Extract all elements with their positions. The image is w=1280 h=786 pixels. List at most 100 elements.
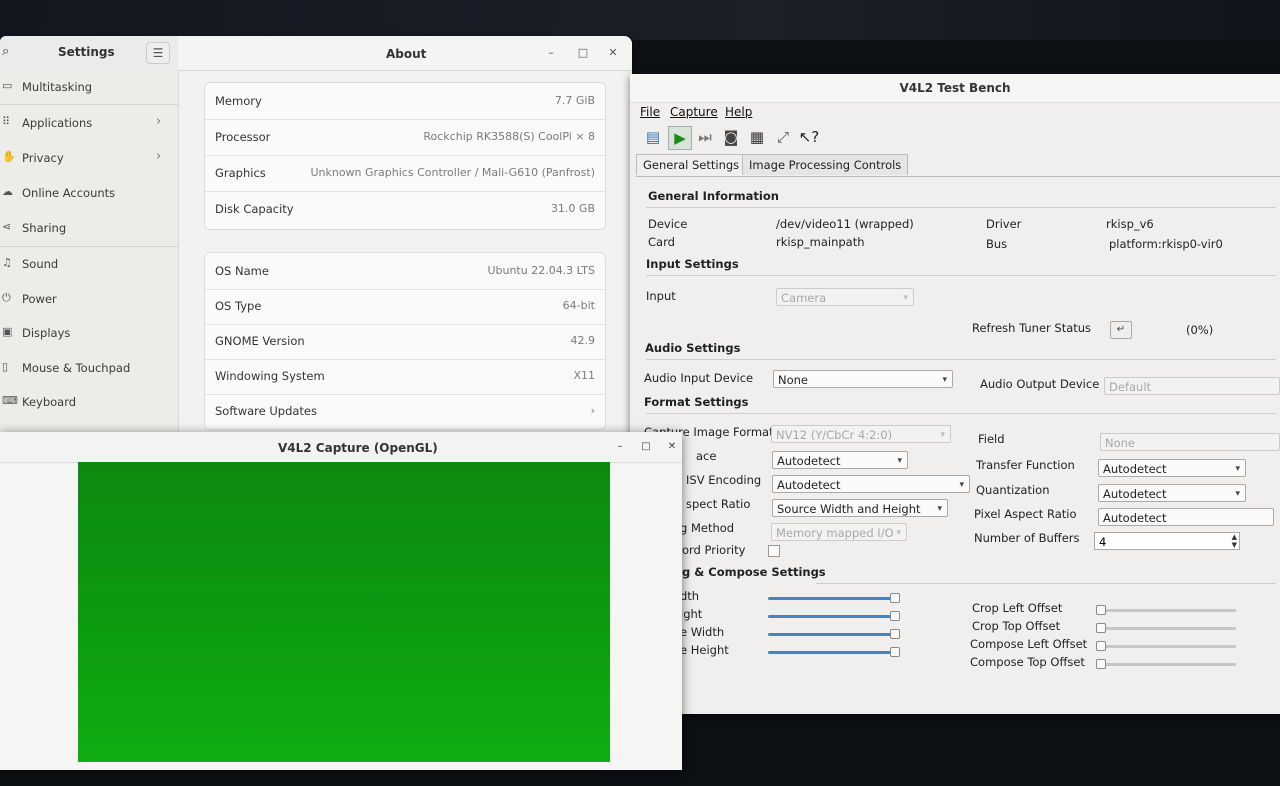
compose-width-slider[interactable] <box>768 633 898 636</box>
fullscreen-icon[interactable]: ⤢ <box>772 126 794 148</box>
compose-height-slider[interactable] <box>768 651 898 654</box>
menu-capture[interactable]: Capture <box>670 105 718 119</box>
search-icon[interactable]: ⌕ <box>2 44 16 59</box>
keyboard-icon: ⌨ <box>2 394 18 407</box>
streaming-method-select[interactable]: Memory mapped I/O ▾ <box>771 523 907 541</box>
start-capture-icon[interactable]: ▶ <box>668 126 692 150</box>
info-row-gnome-version: GNOME Version 42.9 <box>205 323 605 360</box>
crop-width-slider[interactable] <box>768 597 898 600</box>
ycbcr-encoding-select[interactable]: Autodetect ▾ <box>772 475 970 493</box>
bus-label: Bus <box>986 237 1008 251</box>
info-key: Windowing System <box>215 369 325 383</box>
crop-width-slider-handle[interactable] <box>890 593 900 603</box>
tuner-status-value: (0%) <box>1186 323 1214 337</box>
compose-width-slider-handle[interactable] <box>890 629 900 639</box>
refresh-tuner-button[interactable]: ↵ <box>1110 321 1132 339</box>
crop-top-offset-slider[interactable] <box>1096 627 1236 630</box>
tab-general-settings[interactable]: General Settings <box>636 154 747 175</box>
sidebar-item-privacy[interactable]: ✋ Privacy › <box>0 141 178 175</box>
close-icon[interactable]: ✕ <box>664 439 680 455</box>
info-value: 42.9 <box>570 334 596 347</box>
hamburger-menu-icon[interactable]: ☰ <box>146 42 170 64</box>
menu-file[interactable]: File <box>640 105 660 119</box>
section-input-settings: Input Settings <box>646 257 739 271</box>
sidebar-item-displays[interactable]: ▣ Displays <box>0 316 178 350</box>
spin-arrows-icon[interactable]: ▲ ▼ <box>1232 533 1237 549</box>
power-icon: ⏻ <box>2 291 11 304</box>
software-info-card: OS Name Ubuntu 22.04.3 LTS OS Type 64-bi… <box>204 252 606 430</box>
minimize-icon[interactable]: – <box>612 439 628 455</box>
compose-left-offset-slider-handle[interactable] <box>1096 641 1106 651</box>
sidebar-item-sharing[interactable]: ⋖ Sharing <box>0 211 178 245</box>
audio-input-device-select[interactable]: None ▾ <box>773 370 953 388</box>
info-key: OS Type <box>215 299 262 313</box>
sidebar-item-mouse-touchpad[interactable]: ▯ Mouse & Touchpad <box>0 351 178 385</box>
input-select-value: Camera <box>781 291 827 305</box>
snapshot-icon[interactable]: ◙ <box>720 126 742 148</box>
record-priority-checkbox[interactable] <box>768 545 780 557</box>
capture-titlebar: V4L2 Capture (OpenGL) – □ ✕ <box>0 432 682 463</box>
sidebar-item-keyboard[interactable]: ⌨ Keyboard <box>0 385 178 419</box>
record-icon[interactable]: ▦ <box>746 126 768 148</box>
chevron-right-icon: › <box>156 149 162 164</box>
video-aspect-ratio-select[interactable]: Source Width and Height ▾ <box>772 499 948 517</box>
field-value: None <box>1105 436 1136 450</box>
info-key: GNOME Version <box>215 334 305 348</box>
section-audio-settings: Audio Settings <box>645 341 741 355</box>
whats-this-icon[interactable]: ↖? <box>798 126 820 148</box>
number-of-buffers-spinbox[interactable]: 4 ▲ ▼ <box>1094 532 1240 550</box>
crop-height-slider-handle[interactable] <box>890 611 900 621</box>
software-updates-row[interactable]: Software Updates › <box>205 393 605 429</box>
info-row-os-name: OS Name Ubuntu 22.04.3 LTS <box>205 253 605 290</box>
bus-value: platform:rkisp0-vir0 <box>1109 237 1223 251</box>
transfer-function-select[interactable]: Autodetect ▾ <box>1098 459 1246 477</box>
audio-output-device-select[interactable]: Default <box>1104 377 1280 395</box>
sidebar-item-sound[interactable]: ♫ Sound <box>0 247 178 281</box>
sidebar-item-power[interactable]: ⏻ Power <box>0 282 178 316</box>
divider <box>646 207 1276 208</box>
maximize-icon[interactable]: □ <box>576 46 590 59</box>
info-key: Processor <box>215 130 271 144</box>
sidebar-item-multitasking[interactable]: ▭ Multitasking <box>0 70 178 104</box>
transfer-function-value: Autodetect <box>1103 462 1167 476</box>
menubar: File Capture Help <box>630 102 1280 122</box>
colorspace-select[interactable]: Autodetect ▾ <box>772 451 908 469</box>
crop-left-offset-slider-handle[interactable] <box>1096 605 1106 615</box>
info-value: X11 <box>573 369 595 382</box>
capture-image-formats-select[interactable]: NV12 (Y/CbCr 4:2:0) ▾ <box>771 425 951 443</box>
pixel-aspect-ratio-select[interactable]: Autodetect <box>1098 508 1274 526</box>
sidebar-item-label: Online Accounts <box>22 186 116 200</box>
crop-top-offset-slider-handle[interactable] <box>1096 623 1106 633</box>
input-select[interactable]: Camera ▾ <box>776 288 914 306</box>
crop-height-label: ight <box>680 607 703 621</box>
desktop-background <box>0 0 1280 40</box>
maximize-icon[interactable]: □ <box>638 439 654 455</box>
compose-top-offset-slider-handle[interactable] <box>1096 659 1106 669</box>
hardware-info-card: Memory 7.7 GiB Processor Rockchip RK3588… <box>204 82 606 230</box>
crop-left-offset-slider[interactable] <box>1096 609 1236 612</box>
card-value: rkisp_mainpath <box>776 235 865 249</box>
menu-help[interactable]: Help <box>725 105 752 119</box>
close-icon[interactable]: ✕ <box>606 46 620 59</box>
displays-icon: ▣ <box>2 325 13 338</box>
tab-image-processing-controls[interactable]: Image Processing Controls <box>742 154 909 175</box>
compose-top-offset-slider[interactable] <box>1096 663 1236 666</box>
chevron-down-icon: ▾ <box>940 430 945 440</box>
compose-left-offset-slider[interactable] <box>1096 645 1236 648</box>
crop-height-slider[interactable] <box>768 615 898 618</box>
number-of-buffers-label: Number of Buffers <box>974 531 1080 545</box>
compose-height-slider-handle[interactable] <box>890 647 900 657</box>
field-select[interactable]: None <box>1100 433 1280 451</box>
minimize-icon[interactable]: – <box>544 46 558 59</box>
sidebar-item-applications[interactable]: ⠿ Applications › <box>0 106 178 140</box>
compose-height-label: e Height <box>680 643 729 657</box>
quantization-select[interactable]: Autodetect ▾ <box>1098 484 1246 502</box>
sidebar-item-online-accounts[interactable]: ☁ Online Accounts <box>0 176 178 210</box>
compose-top-offset-label: Compose Top Offset <box>970 655 1085 669</box>
open-device-icon[interactable]: ▤ <box>642 126 664 148</box>
video-aspect-ratio-value: Source Width and Height <box>777 502 921 516</box>
audio-output-device-label: Audio Output Device <box>980 377 1100 391</box>
info-value: 31.0 GB <box>550 202 595 215</box>
sidebar-item-label: Displays <box>22 326 71 340</box>
step-frame-icon[interactable]: ⏭ <box>694 126 716 148</box>
